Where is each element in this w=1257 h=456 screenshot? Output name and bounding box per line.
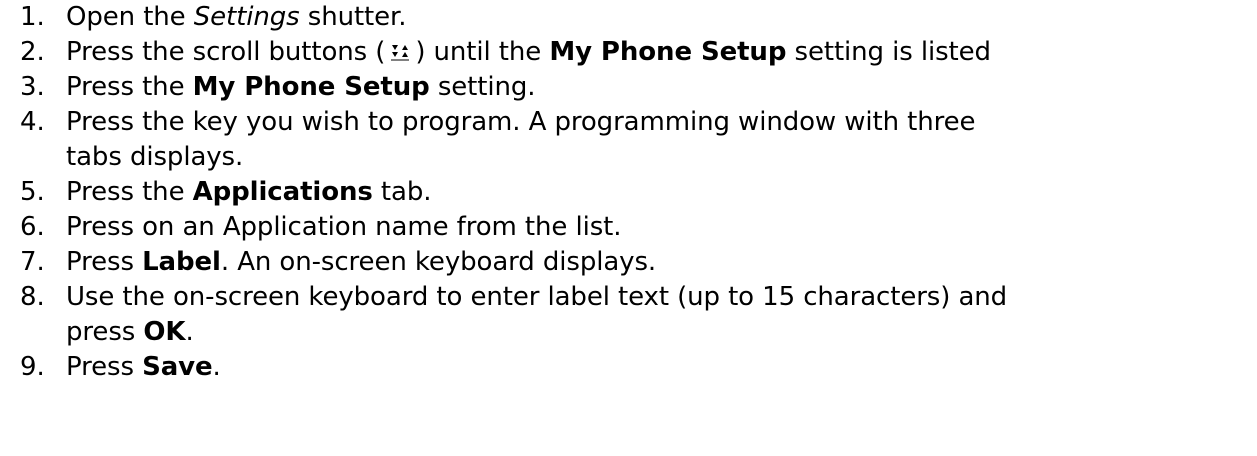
instruction-steps: 1. Open the Settings shutter. 2. Press t… bbox=[0, 0, 1257, 385]
step-text: tabs displays. bbox=[66, 142, 244, 172]
step-7: 7. Press Label. An on-screen keyboard di… bbox=[0, 245, 1257, 280]
step-text: Press the bbox=[66, 177, 193, 207]
step-number: 2. bbox=[20, 37, 45, 67]
step-number: 1. bbox=[20, 2, 45, 32]
step-4: 4. Press the key you wish to program. A … bbox=[0, 105, 1257, 175]
step-number: 9. bbox=[20, 352, 45, 382]
step-text: . bbox=[185, 317, 194, 347]
step-text: Press on an Application name from the li… bbox=[66, 212, 622, 242]
step-9: 9. Press Save. bbox=[0, 350, 1257, 385]
step-number: 4. bbox=[20, 107, 45, 137]
step-number: 3. bbox=[20, 72, 45, 102]
step-2: 2. Press the scroll buttons ( ) until th… bbox=[0, 35, 1257, 70]
step-text: Open the bbox=[66, 2, 194, 32]
step-bold-term: Save bbox=[142, 352, 213, 382]
scroll-buttons-icon bbox=[391, 45, 410, 61]
step-text: tab. bbox=[372, 177, 432, 207]
step-text: setting is listed bbox=[786, 37, 992, 67]
step-text: setting. bbox=[429, 72, 536, 102]
step-text: shutter. bbox=[299, 2, 407, 32]
step-1: 1. Open the Settings shutter. bbox=[0, 0, 1257, 35]
step-8: 8. Use the on-screen keyboard to enter l… bbox=[0, 280, 1257, 350]
step-bold-term: Applications bbox=[192, 177, 373, 207]
step-text: . bbox=[212, 352, 221, 382]
step-bold-term: My Phone Setup bbox=[549, 37, 787, 67]
step-text: Press the key you wish to program. A pro… bbox=[66, 107, 976, 137]
step-text: ) until the bbox=[415, 37, 550, 67]
step-text: Use the on-screen keyboard to enter labe… bbox=[66, 282, 1008, 312]
step-6: 6. Press on an Application name from the… bbox=[0, 210, 1257, 245]
step-text: Press bbox=[66, 352, 143, 382]
step-number: 5. bbox=[20, 177, 45, 207]
step-text: Press bbox=[66, 247, 143, 277]
step-bold-term: My Phone Setup bbox=[192, 72, 430, 102]
step-bold-term: OK bbox=[143, 317, 186, 347]
step-text: . An on-screen keyboard displays. bbox=[220, 247, 657, 277]
step-number: 7. bbox=[20, 247, 45, 277]
step-emphasis: Settings bbox=[193, 2, 300, 32]
step-bold-term: Label bbox=[142, 247, 221, 277]
step-text: Press the bbox=[66, 72, 193, 102]
step-number: 8. bbox=[20, 282, 45, 312]
step-text: Press the scroll buttons ( bbox=[66, 37, 386, 67]
step-text: press bbox=[66, 317, 144, 347]
step-5: 5. Press the Applications tab. bbox=[0, 175, 1257, 210]
step-3: 3. Press the My Phone Setup setting. bbox=[0, 70, 1257, 105]
step-number: 6. bbox=[20, 212, 45, 242]
